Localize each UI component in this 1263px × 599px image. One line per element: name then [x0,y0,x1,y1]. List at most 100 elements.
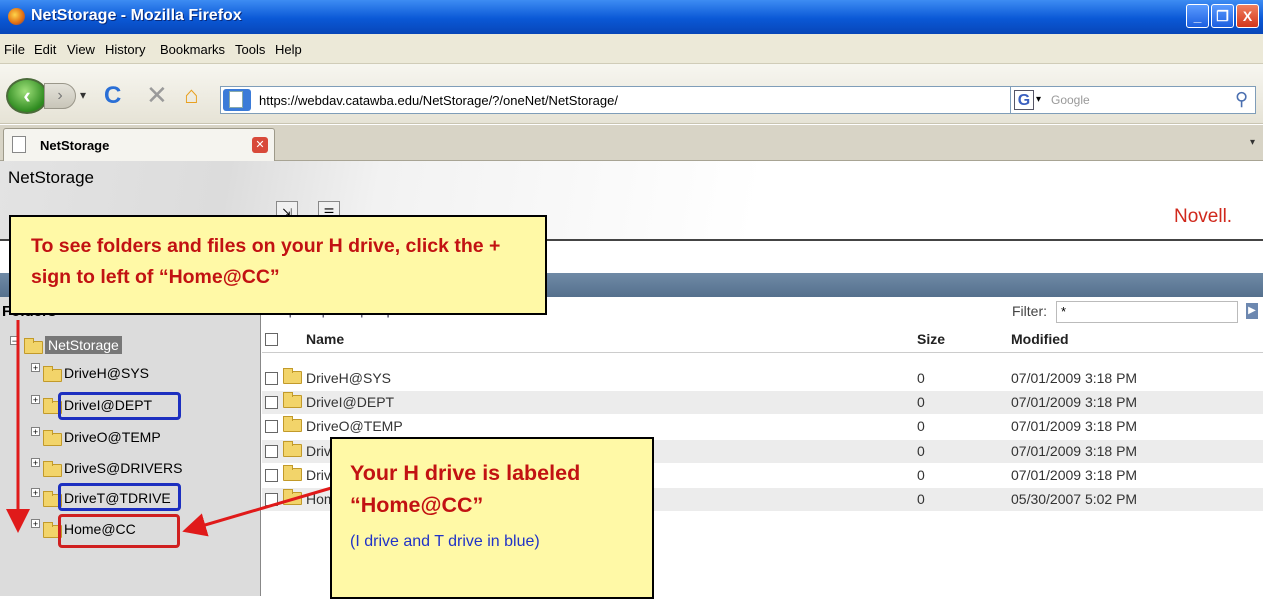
callout-h-drive-instructions: To see folders and files on your H drive… [9,215,547,315]
page-icon [229,91,243,108]
window-titlebar: NetStorage - Mozilla Firefox _ ❐ X [0,0,1263,34]
url-text[interactable]: https://webdav.catawba.edu/NetStorage/?/… [259,93,618,108]
search-box[interactable]: G ▾ Google ⚲ [1010,86,1256,114]
row-name[interactable]: DriveH@SYS [306,370,391,386]
google-engine-icon[interactable]: G [1014,90,1034,110]
tree-expand-icon[interactable]: + [31,427,40,437]
callout-subtext: (I drive and T drive in blue) [350,533,540,550]
maximize-button[interactable]: ❐ [1211,4,1234,28]
navigation-toolbar: ‹ › ▾ C ✕ ⌂ https://webdav.catawba.edu/N… [0,64,1263,124]
tab-bar: NetStorage ✕ ▾ [0,125,1263,161]
stop-icon[interactable]: ✕ [146,80,168,111]
menu-edit[interactable]: Edit [34,42,56,57]
menu-bookmarks[interactable]: Bookmarks [160,42,225,57]
filter-label: Filter: [1012,303,1047,319]
tab-list-icon[interactable]: ▾ [1250,137,1255,148]
tab-netstorage[interactable]: NetStorage ✕ [3,128,275,161]
menu-help[interactable]: Help [275,42,302,57]
menu-history[interactable]: History [105,42,145,57]
tree-expand-icon[interactable]: + [31,458,40,468]
row-size: 0 [917,394,925,410]
highlight-box-i-drive [58,392,181,420]
window-title: NetStorage - Mozilla Firefox [31,7,242,24]
folder-tree-panel: Folders − NetStorage + DriveH@SYS + Driv… [0,297,261,596]
row-name[interactable]: DriveI@DEPT [306,394,394,410]
row-modified: 07/01/2009 3:18 PM [1011,418,1138,434]
folder-icon [283,368,302,384]
folder-icon [283,392,302,408]
row-modified: 07/01/2009 3:18 PM [1011,467,1138,483]
tab-page-icon [12,136,26,153]
history-dropdown-icon[interactable]: ▾ [80,88,86,102]
table-row[interactable]: DriveH@SYS 0 07/01/2009 3:18 PM [262,367,1263,390]
tree-item-driveo[interactable]: DriveO@TEMP [64,429,161,445]
minimize-button[interactable]: _ [1186,4,1209,28]
row-modified: 07/01/2009 3:18 PM [1011,370,1138,386]
table-row[interactable]: DriveO@TEMP 0 07/01/2009 3:18 PM [262,415,1263,438]
tree-expand-icon[interactable]: + [31,488,40,498]
row-size: 0 [917,418,925,434]
filter-input[interactable]: * [1056,301,1238,323]
callout-home-label: Your H drive is labeled “Home@CC” (I dri… [330,437,654,599]
tree-expand-icon[interactable]: + [31,363,40,373]
folder-icon [283,489,302,505]
menu-bar: File Edit View History Bookmarks Tools H… [0,34,1263,64]
firefox-icon [8,8,25,25]
table-row[interactable]: DriveI@DEPT 0 07/01/2009 3:18 PM [262,391,1263,414]
folder-icon [43,430,62,446]
folder-icon [43,366,62,382]
folder-icon [283,465,302,481]
folder-icon [43,461,62,477]
column-size[interactable]: Size [917,331,945,347]
row-checkbox[interactable] [265,469,278,482]
tree-collapse-icon[interactable]: − [10,336,19,346]
tree-expand-icon-home[interactable]: + [31,519,40,529]
forward-button[interactable]: › [44,83,76,109]
row-checkbox[interactable] [265,420,278,433]
site-identity-icon[interactable] [223,89,251,111]
engine-dropdown-icon[interactable]: ▾ [1036,94,1041,105]
row-name[interactable]: DriveO@TEMP [306,418,403,434]
row-size: 0 [917,491,925,507]
search-magnifier-icon[interactable]: ⚲ [1235,89,1248,110]
reload-icon[interactable]: C [104,82,121,110]
highlight-box-t-drive [58,483,181,511]
row-checkbox[interactable] [265,493,278,506]
folder-icon [24,338,43,354]
row-checkbox[interactable] [265,396,278,409]
page-title: NetStorage [8,168,94,187]
select-all-checkbox[interactable] [265,333,278,346]
close-window-button[interactable]: X [1236,4,1259,28]
back-button[interactable]: ‹ [6,78,48,114]
menu-file[interactable]: File [4,42,25,57]
column-name[interactable]: Name [306,331,344,347]
tree-item-drives[interactable]: DriveS@DRIVERS [64,460,182,476]
row-checkbox[interactable] [265,372,278,385]
search-placeholder[interactable]: Google [1051,93,1090,107]
filter-apply-icon[interactable]: ▶ [1246,303,1258,319]
novell-logo: Novell. [1174,206,1233,227]
home-icon[interactable]: ⌂ [184,82,199,110]
column-modified[interactable]: Modified [1011,331,1069,347]
callout-title: Your H drive is labeled “Home@CC” [350,461,581,517]
row-modified: 07/01/2009 3:18 PM [1011,394,1138,410]
callout-text: To see folders and files on your H drive… [31,235,501,288]
tab-close-icon[interactable]: ✕ [252,137,268,153]
row-size: 0 [917,370,925,386]
folder-icon [283,416,302,432]
list-header: Name Size Modified [262,327,1263,353]
row-modified: 05/30/2007 5:02 PM [1011,491,1138,507]
folder-icon [283,441,302,457]
row-modified: 07/01/2009 3:18 PM [1011,443,1138,459]
menu-view[interactable]: View [67,42,95,57]
row-size: 0 [917,467,925,483]
row-size: 0 [917,443,925,459]
tree-expand-icon[interactable]: + [31,395,40,405]
highlight-box-home [58,514,180,548]
menu-tools[interactable]: Tools [235,42,265,57]
tab-label[interactable]: NetStorage [40,138,109,153]
tree-root-netstorage[interactable]: NetStorage [45,336,122,354]
row-checkbox[interactable] [265,445,278,458]
url-bar[interactable]: https://webdav.catawba.edu/NetStorage/?/… [220,86,1227,114]
tree-item-driveh[interactable]: DriveH@SYS [64,365,149,381]
